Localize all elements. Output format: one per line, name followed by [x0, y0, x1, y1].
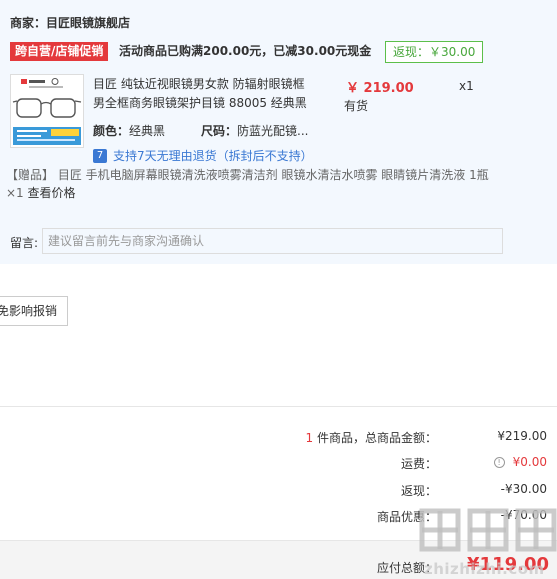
glasses-icon: [11, 75, 83, 147]
return-7day-icon: 7: [93, 149, 107, 163]
summary-shipping-label: 运费：: [400, 457, 437, 471]
product-image[interactable]: [10, 74, 84, 148]
memo-label: 留言:: [10, 236, 39, 250]
watermark-text: zhizhizhi.com: [424, 560, 545, 578]
merchant-name[interactable]: 商家：目匠眼镜旗舰店: [10, 14, 130, 31]
product-title[interactable]: 目匠 纯钛近视眼镜男女款 防辐射眼镜框男全框商务眼镜架护目镜 88005 经典黑: [93, 75, 315, 113]
summary-discount-row: 商品优惠： -¥70.00: [0, 508, 557, 526]
summary-discount-value: -¥70.00: [500, 508, 547, 522]
order-card: 商家：目匠眼镜旗舰店 跨自营/店铺促销 活动商品已购满200.00元，已减30.…: [0, 0, 557, 264]
attr-color-value: 经典黑: [129, 124, 166, 138]
promo-tag: 跨自营/店铺促销: [10, 42, 109, 61]
product-price: ￥ 219.00: [346, 81, 414, 96]
info-icon[interactable]: !: [493, 457, 505, 468]
order-summary: 1 件商品，总商品金额： ¥219.00 运费： ! ¥0.00 返现： -¥30…: [0, 406, 557, 540]
item-count-text: 件商品，总商品金额：: [313, 431, 437, 445]
summary-shipping-row: 运费： ! ¥0.00: [0, 455, 557, 473]
summary-rebate-value: -¥30.00: [500, 482, 547, 496]
return-policy-text: 支持7天无理由退货（拆封后不支持）: [113, 149, 313, 163]
summary-total-value: ¥219.00: [497, 429, 547, 443]
summary-rebate-row: 返现： -¥30.00: [0, 482, 557, 500]
attr-color-label: 颜色：: [93, 124, 130, 138]
attr-size-label: 尺码：: [201, 124, 238, 138]
gift-info: 【赠品】 目匠 手机电脑屏幕眼镜清洗液喷雾清洁剂 眼镜水清洁水喷雾 眼睛镜片清洗…: [6, 166, 496, 202]
shipping-amount: ¥0.00: [512, 455, 547, 469]
promo-row: 跨自营/店铺促销 活动商品已购满200.00元，已减30.00元现金 返现：￥3…: [10, 41, 550, 63]
rebate-badge: 返现：￥30.00: [385, 41, 484, 63]
attr-size: 尺码：防蓝光配镜...: [201, 122, 308, 139]
reimburse-button[interactable]: 免影响报销: [0, 296, 68, 326]
attr-color: 颜色：经典黑: [93, 122, 165, 139]
summary-total-label: 1 件商品，总商品金额：: [306, 429, 437, 446]
product-quantity: x1: [459, 79, 474, 93]
memo-input[interactable]: [42, 228, 503, 254]
stock-status: 有货: [344, 99, 369, 113]
summary-total-row: 1 件商品，总商品金额： ¥219.00: [0, 429, 557, 447]
promo-text: 活动商品已购满200.00元，已减30.00元现金: [119, 44, 372, 58]
summary-rebate-label: 返现：: [400, 484, 437, 498]
summary-discount-label: 商品优惠：: [376, 510, 437, 524]
gift-text: 【赠品】 目匠 手机电脑屏幕眼镜清洗液喷雾清洁剂 眼镜水清洁水喷雾 眼睛镜片清洗…: [6, 168, 489, 200]
attr-size-value: 防蓝光配镜...: [237, 124, 309, 138]
view-price-link[interactable]: 查看价格: [28, 186, 76, 200]
summary-shipping-value: ! ¥0.00: [493, 455, 547, 469]
